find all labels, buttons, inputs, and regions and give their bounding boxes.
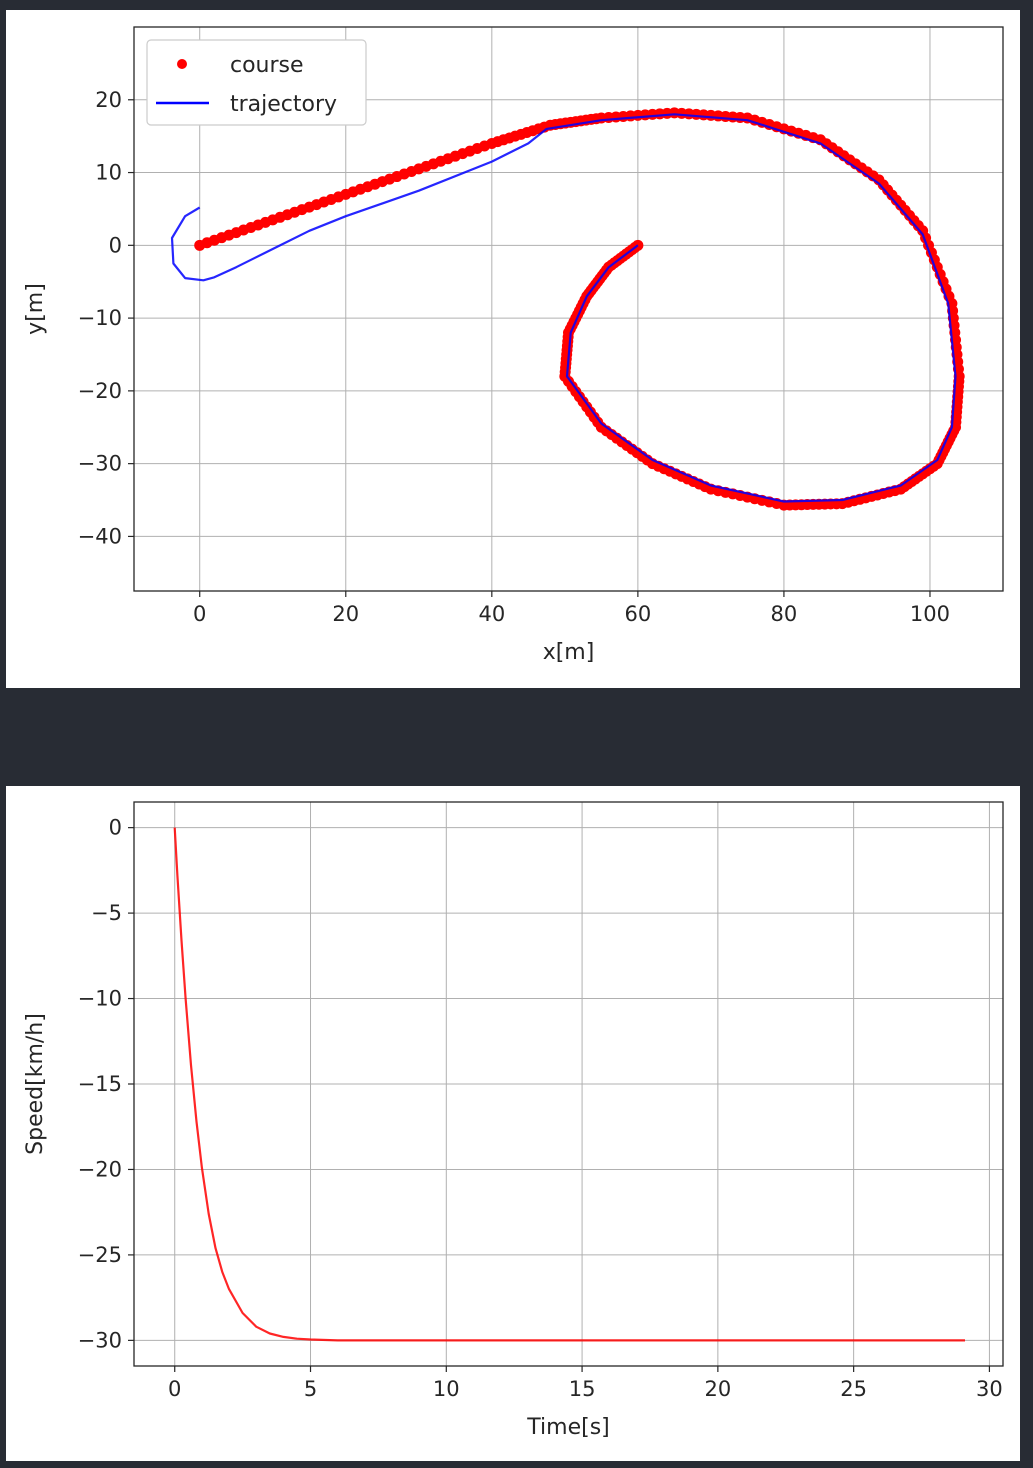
x-tick-label: 60	[625, 602, 652, 626]
y-tick-label: −10	[78, 306, 122, 330]
x-tick-label: 40	[478, 602, 505, 626]
speed-chart-panel: 0 5 10 15 20 25 30 0 −5 −10 −15 −20 −25 −30 Time[s] Spe…	[6, 786, 1020, 1461]
x-tick-label: 0	[168, 1377, 181, 1401]
y-tick-label: 20	[95, 88, 122, 112]
legend-label-course: course	[230, 53, 304, 78]
legend-label-trajectory: trajectory	[230, 92, 337, 117]
speed-chart: 0 5 10 15 20 25 30 0 −5 −10 −15 −20 −25 −30 Time[s] Spe…	[23, 801, 1004, 1440]
trajectory-chart: 0 20 40 60 80 10020100−10−20−30−40x[m]y[m]cou…	[23, 26, 1004, 665]
y-axis-label: Speed[km/h]	[23, 1013, 48, 1155]
x-tick-label: 10	[433, 1377, 460, 1401]
x-tick-label: 15	[569, 1377, 596, 1401]
x-tick-label: 20	[704, 1377, 731, 1401]
x-tick-label: 5	[304, 1377, 317, 1401]
y-tick-label: −40	[78, 524, 122, 548]
y-tick-label: −5	[91, 901, 122, 925]
x-tick-label: 25	[840, 1377, 867, 1401]
y-tick-label: −10	[78, 987, 122, 1011]
trajectory-chart-panel: 0 20 40 60 80 100 20 10 0 −10 −20 −30 −40 x[m] y[m] cou…	[6, 10, 1020, 688]
x-tick-label: 30	[976, 1377, 1003, 1401]
y-tick-label: −15	[78, 1072, 122, 1096]
series-course	[194, 107, 965, 511]
x-tick-label: 100	[910, 602, 950, 626]
x-tick-label: 80	[771, 602, 798, 626]
x-tick-label: 20	[332, 602, 359, 626]
y-tick-label: −20	[78, 379, 122, 403]
x-tick-label: 0	[193, 602, 206, 626]
y-tick-label: 0	[109, 233, 122, 257]
legend-course-marker	[177, 59, 187, 69]
y-tick-label: 0	[109, 816, 122, 840]
y-tick-label: −20	[78, 1157, 122, 1181]
y-tick-label: −25	[78, 1243, 122, 1267]
y-tick-label: −30	[78, 1328, 122, 1352]
y-tick-label: 10	[95, 161, 122, 185]
legend: course trajectory	[146, 39, 367, 126]
x-axis-label: x[m]	[543, 640, 595, 665]
x-axis-label: Time[s]	[526, 1415, 609, 1440]
y-axis-label: y[m]	[23, 283, 48, 335]
y-tick-label: −30	[78, 452, 122, 476]
